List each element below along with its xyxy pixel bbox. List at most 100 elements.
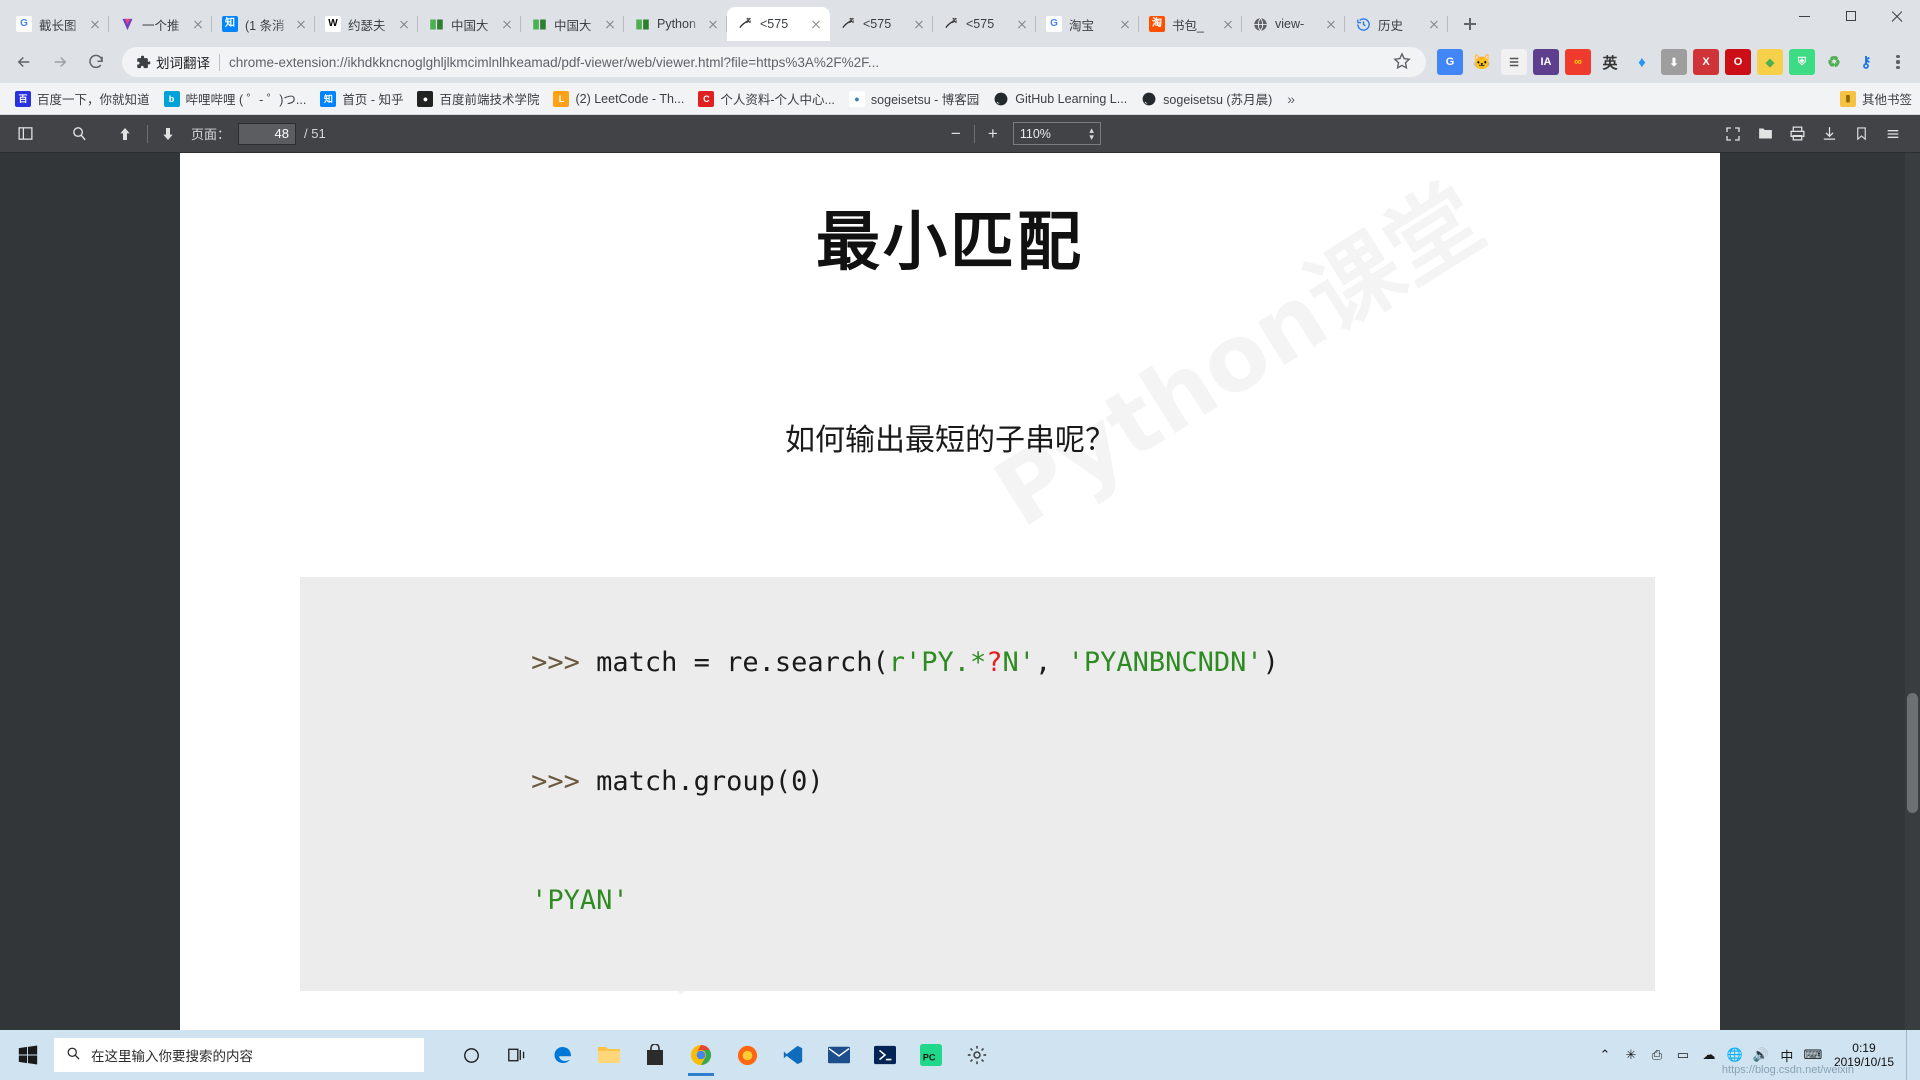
zoom-in-button[interactable]: + <box>980 122 1006 146</box>
colorpick-ext-icon[interactable]: ◆ <box>1757 49 1783 75</box>
mail-icon[interactable] <box>816 1032 862 1078</box>
edge-icon[interactable] <box>540 1032 586 1078</box>
next-page-button[interactable] <box>153 121 183 147</box>
bookmark-item[interactable]: C个人资料-个人中心... <box>691 87 842 111</box>
store-icon[interactable] <box>632 1032 678 1078</box>
zoom-select[interactable]: 110% ▴▾ <box>1013 122 1101 145</box>
browser-tab[interactable]: 中国大 <box>418 7 521 41</box>
usb-icon[interactable]: ⎙ <box>1644 1030 1670 1080</box>
chrome-icon[interactable] <box>678 1032 724 1078</box>
opera-ext-icon[interactable]: O <box>1725 49 1751 75</box>
bookmark-item[interactable]: 百百度一下，你就知道 <box>8 87 157 111</box>
tab-close-icon[interactable] <box>190 16 206 32</box>
browser-tab[interactable]: 英<575 <box>933 7 1036 41</box>
bookmark-item[interactable]: ●百度前端技术学院 <box>410 87 546 111</box>
print-button[interactable] <box>1782 121 1812 147</box>
pycharm-icon[interactable]: PC <box>908 1032 954 1078</box>
current-view-bookmark-button[interactable] <box>1846 121 1876 147</box>
browser-tab[interactable]: G截长图 <box>6 7 109 41</box>
office-ext-icon[interactable]: X <box>1693 49 1719 75</box>
omnibox-url-text[interactable]: chrome-extension://ikhdkkncnoglghljlkmci… <box>229 55 1386 70</box>
cat-ext-icon[interactable]: 🐱 <box>1469 49 1495 75</box>
onedrive-icon[interactable]: ☁ <box>1696 1030 1722 1080</box>
page-number-input[interactable]: 48 <box>238 123 296 145</box>
back-button[interactable] <box>8 46 40 78</box>
browser-tab[interactable]: view- <box>1242 7 1345 41</box>
ia-ext-icon[interactable]: IA <box>1533 49 1559 75</box>
taskbar-search-input[interactable]: 在这里输入你要搜索的内容 <box>54 1038 424 1072</box>
download-ext-icon[interactable]: ⬇ <box>1661 49 1687 75</box>
pdf-scroll-container[interactable]: Python课堂 Python课堂 最小匹配 如何输出最短的子串呢？ >>> m… <box>0 153 1920 1030</box>
address-bar[interactable]: 划词翻译 chrome-extension://ikhdkkncnoglghlj… <box>122 47 1426 77</box>
tab-close-icon[interactable] <box>87 16 103 32</box>
omnibox-extension-chip[interactable]: 划词翻译 <box>136 52 210 72</box>
open-file-button[interactable] <box>1750 121 1780 147</box>
task-view-icon[interactable] <box>494 1032 540 1078</box>
sidebar-toggle-button[interactable] <box>10 121 40 147</box>
tab-close-icon[interactable] <box>808 16 824 32</box>
chrome-menu-button[interactable] <box>1884 48 1912 76</box>
browser-tab[interactable]: 中国大 <box>521 7 624 41</box>
browser-tab[interactable]: 淘书包_ <box>1139 7 1242 41</box>
zoom-out-button[interactable]: − <box>943 122 969 146</box>
bookmark-item[interactable]: b哔哩哔哩 ( ゜- ゜)つ... <box>157 87 314 111</box>
reload-button[interactable] <box>80 46 112 78</box>
tab-close-icon[interactable] <box>1323 16 1339 32</box>
start-button[interactable] <box>4 1030 52 1080</box>
other-bookmarks-folder[interactable]: ▮ 其他书签 <box>1840 89 1912 108</box>
show-desktop-button[interactable] <box>1906 1030 1912 1080</box>
tab-close-icon[interactable] <box>911 16 927 32</box>
show-hidden-icons[interactable]: ⌃ <box>1592 1030 1618 1080</box>
scrollbar-thumb[interactable] <box>1907 693 1918 813</box>
close-window-button[interactable] <box>1874 0 1920 32</box>
find-button[interactable] <box>64 121 94 147</box>
file-explorer-icon[interactable] <box>586 1032 632 1078</box>
browser-tab[interactable]: 知(1 条消 <box>212 7 315 41</box>
tab-close-icon[interactable] <box>499 16 515 32</box>
browser-tab[interactable]: 历史 <box>1345 7 1448 41</box>
browser-tab[interactable]: Python <box>624 7 727 41</box>
browser-tab[interactable]: 英<575 <box>727 7 830 41</box>
new-tab-button[interactable] <box>1456 10 1484 38</box>
bookmark-item[interactable]: L(2) LeetCode - Th... <box>546 87 691 111</box>
youdao-ext-icon[interactable]: 英 <box>1597 49 1623 75</box>
battery-icon[interactable]: ▭ <box>1670 1030 1696 1080</box>
forward-button[interactable] <box>44 46 76 78</box>
bookmark-item[interactable]: 知首页 - 知乎 <box>313 87 410 111</box>
tab-close-icon[interactable] <box>1220 16 1236 32</box>
diamond-ext-icon[interactable]: ♦ <box>1629 49 1655 75</box>
bookmark-star-icon[interactable] <box>1392 51 1414 73</box>
vertical-scrollbar[interactable] <box>1905 153 1920 1030</box>
minimize-button[interactable] <box>1782 0 1828 32</box>
browser-tab[interactable]: 一个推 <box>109 7 212 41</box>
recycle-ext-icon[interactable]: ♻ <box>1821 49 1847 75</box>
tab-close-icon[interactable] <box>602 16 618 32</box>
previous-page-button[interactable] <box>110 121 140 147</box>
tab-close-icon[interactable] <box>1014 16 1030 32</box>
bookmark-item[interactable]: sogeisetsu (苏月晨) <box>1134 87 1279 111</box>
infinity-ext-icon[interactable]: ∞ <box>1565 49 1591 75</box>
browser-tab[interactable]: 英<575 <box>830 7 933 41</box>
browser-tab[interactable]: G淘宝 <box>1036 7 1139 41</box>
bookmark-item[interactable]: ●sogeisetsu - 博客园 <box>842 87 986 111</box>
google-translate-ext-icon[interactable]: G <box>1437 49 1463 75</box>
tab-close-icon[interactable] <box>705 16 721 32</box>
tab-close-icon[interactable] <box>1117 16 1133 32</box>
powershell-icon[interactable] <box>862 1032 908 1078</box>
firefox-icon[interactable] <box>724 1032 770 1078</box>
maximize-button[interactable] <box>1828 0 1874 32</box>
key-ext-icon[interactable]: ⚷ <box>1853 49 1879 75</box>
presentation-mode-button[interactable] <box>1718 121 1748 147</box>
bookmark-item[interactable]: GitHub Learning L... <box>986 87 1134 111</box>
shield-ext-icon[interactable]: ⛨ <box>1789 49 1815 75</box>
vscode-icon[interactable] <box>770 1032 816 1078</box>
bluetooth-icon[interactable]: ✳ <box>1618 1030 1644 1080</box>
tab-close-icon[interactable] <box>1426 16 1442 32</box>
tab-close-icon[interactable] <box>293 16 309 32</box>
browser-tab[interactable]: W约瑟夫 <box>315 7 418 41</box>
tab-close-icon[interactable] <box>396 16 412 32</box>
download-button[interactable] <box>1814 121 1844 147</box>
settings-icon[interactable] <box>954 1032 1000 1078</box>
cortana-icon[interactable] <box>448 1032 494 1078</box>
reader-ext-icon[interactable]: ☰ <box>1501 49 1527 75</box>
